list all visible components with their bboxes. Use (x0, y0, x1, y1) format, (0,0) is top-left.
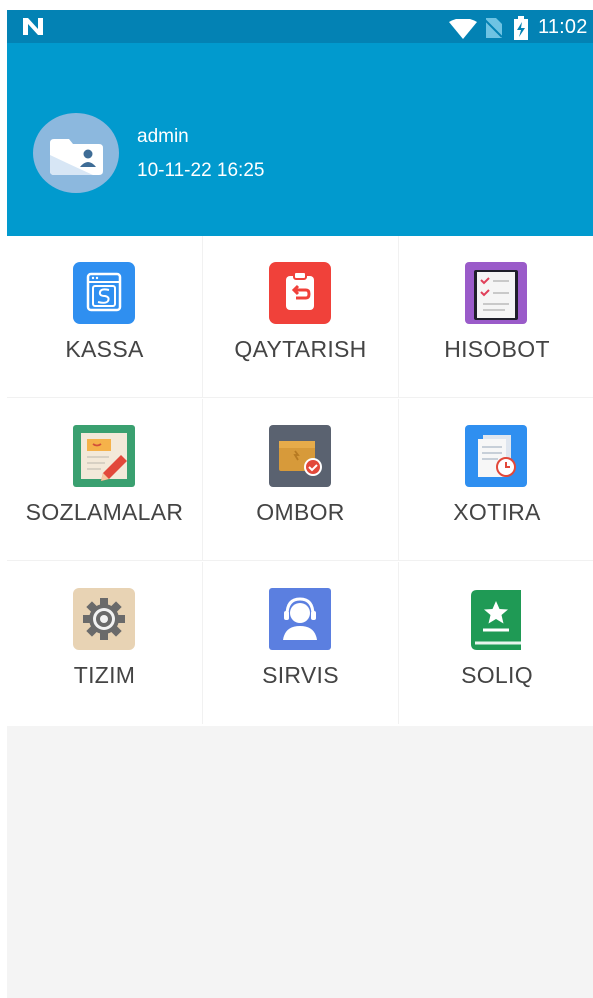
warehouse-box-icon (269, 425, 331, 487)
cash-register-icon (73, 262, 135, 324)
status-time: 11:02 (538, 16, 588, 38)
avatar[interactable] (33, 113, 119, 193)
menu-label: SIRVIS (262, 662, 339, 688)
menu-label: TIZIM (73, 662, 136, 688)
menu-item-sozlamalar[interactable]: SOZLAMALAR (7, 399, 203, 561)
no-sim-icon (484, 18, 502, 38)
menu-item-tizim[interactable]: TIZIM (7, 562, 203, 724)
report-clipboard-icon (465, 262, 527, 324)
menu-label: OMBOR (256, 499, 345, 525)
menu-item-qaytarish[interactable]: QAYTARISH (203, 236, 399, 398)
system-gear-icon (73, 588, 135, 650)
menu-item-xotira[interactable]: XOTIRA (399, 399, 593, 561)
menu-item-ombor[interactable]: OMBOR (203, 399, 399, 561)
status-bar: 11:02 (7, 10, 593, 43)
wifi-icon (449, 19, 477, 39)
return-icon (269, 262, 331, 324)
menu-label: SOLIQ (461, 662, 533, 688)
settings-edit-icon (73, 425, 135, 487)
menu-label: SOZLAMALAR (25, 499, 184, 525)
user-header: admin 10-11-22 16:25 (7, 43, 593, 236)
menu-item-sirvis[interactable]: SIRVIS (203, 562, 399, 724)
menu-label: HISOBOT (444, 336, 550, 362)
menu-label: XOTIRA (453, 499, 541, 525)
menu-item-kassa[interactable]: KASSA (7, 236, 203, 398)
n-notification-icon (23, 18, 43, 35)
battery-charging-icon (514, 16, 528, 40)
menu-label: QAYTARISH (234, 336, 367, 362)
menu-item-soliq[interactable]: SOLIQ (399, 562, 593, 724)
menu-label: KASSA (65, 336, 144, 362)
empty-content-area (7, 726, 593, 998)
tax-book-icon (465, 588, 527, 650)
memory-document-icon (465, 425, 527, 487)
service-support-icon (269, 588, 331, 650)
menu-item-hisobot[interactable]: HISOBOT (399, 236, 593, 398)
user-datetime: 10-11-22 16:25 (137, 160, 265, 181)
menu-grid: KASSA QAYTARISH HISOBOT SOZLAMALAR OMBOR… (7, 236, 593, 726)
user-name: admin (137, 126, 189, 147)
user-folder-icon (50, 139, 103, 175)
